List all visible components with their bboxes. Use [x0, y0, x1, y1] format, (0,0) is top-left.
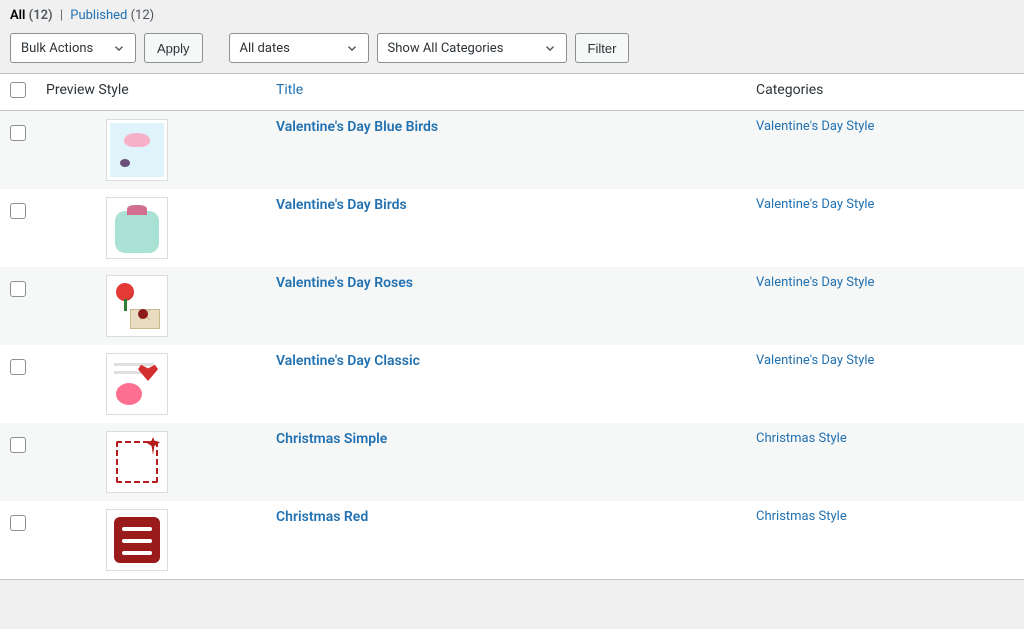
column-header-title[interactable]: Title	[266, 74, 746, 111]
row-checkbox[interactable]	[10, 203, 26, 219]
preview-thumbnail[interactable]	[106, 275, 168, 337]
row-category-link[interactable]: Valentine's Day Style	[756, 275, 874, 290]
row-category-link[interactable]: Christmas Style	[756, 509, 847, 524]
status-filter-bar: All (12) | Published (12)	[0, 0, 1024, 27]
column-header-preview-label: Preview Style	[46, 82, 129, 98]
row-category-link[interactable]: Valentine's Day Style	[756, 119, 874, 134]
bulk-actions-select[interactable]: Bulk Actions	[10, 33, 136, 63]
filter-published[interactable]: Published (12)	[70, 8, 154, 23]
row-checkbox[interactable]	[10, 359, 26, 375]
column-header-categories-label: Categories	[756, 82, 823, 98]
preview-thumbnail[interactable]	[106, 353, 168, 415]
column-header-title-label: Title	[276, 82, 303, 98]
preview-thumbnail[interactable]	[106, 119, 168, 181]
table-row: Valentine's Day Birds Valentine's Day Sty…	[0, 189, 1024, 267]
filter-button[interactable]: Filter	[575, 33, 630, 63]
row-title-link[interactable]: Christmas Simple	[276, 431, 387, 447]
chevron-down-icon	[542, 40, 558, 56]
row-category-link[interactable]: Valentine's Day Style	[756, 197, 874, 212]
filter-button-label: Filter	[588, 41, 617, 56]
category-filter-label: Show All Categories	[388, 41, 504, 56]
preview-thumbnail[interactable]	[106, 431, 168, 493]
row-category-link[interactable]: Valentine's Day Style	[756, 353, 874, 368]
table-toolbar: Bulk Actions Apply All dates Show All Ca…	[0, 27, 1024, 73]
row-checkbox[interactable]	[10, 125, 26, 141]
filter-all-label: All	[10, 8, 25, 23]
apply-button[interactable]: Apply	[144, 33, 203, 63]
row-title-link[interactable]: Valentine's Day Birds	[276, 197, 407, 213]
filter-published-label: Published	[70, 8, 127, 23]
row-checkbox[interactable]	[10, 281, 26, 297]
table-row: Valentine's Day Roses Valentine's Day Sty…	[0, 267, 1024, 345]
filter-all-count: (12)	[29, 8, 53, 23]
date-filter-select[interactable]: All dates	[229, 33, 369, 63]
column-header-preview: Preview Style	[36, 74, 266, 111]
row-category-link[interactable]: Christmas Style	[756, 431, 847, 446]
filter-separator: |	[56, 8, 67, 23]
row-checkbox[interactable]	[10, 515, 26, 531]
row-checkbox[interactable]	[10, 437, 26, 453]
preview-thumbnail[interactable]	[106, 509, 168, 571]
date-filter-label: All dates	[240, 41, 290, 56]
select-all-checkbox[interactable]	[10, 82, 26, 98]
column-header-categories: Categories	[746, 74, 1024, 111]
filter-published-count: (12)	[131, 8, 155, 23]
bulk-actions-label: Bulk Actions	[21, 41, 93, 56]
chevron-down-icon	[344, 40, 360, 56]
apply-button-label: Apply	[157, 41, 190, 56]
table-row: Valentine's Day Classic Valentine's Day S…	[0, 345, 1024, 423]
preview-thumbnail[interactable]	[106, 197, 168, 259]
table-row: Christmas Simple Christmas Style	[0, 423, 1024, 501]
row-title-link[interactable]: Valentine's Day Classic	[276, 353, 420, 369]
table-row: Valentine's Day Blue Birds Valentine's Da…	[0, 111, 1024, 190]
chevron-down-icon	[111, 40, 127, 56]
row-title-link[interactable]: Valentine's Day Roses	[276, 275, 413, 291]
category-filter-select[interactable]: Show All Categories	[377, 33, 567, 63]
styles-table: Preview Style Title Categories Valentine…	[0, 73, 1024, 580]
row-title-link[interactable]: Valentine's Day Blue Birds	[276, 119, 438, 135]
row-title-link[interactable]: Christmas Red	[276, 509, 368, 525]
filter-all[interactable]: All (12)	[10, 8, 56, 23]
table-row: Christmas Red Christmas Style	[0, 501, 1024, 580]
